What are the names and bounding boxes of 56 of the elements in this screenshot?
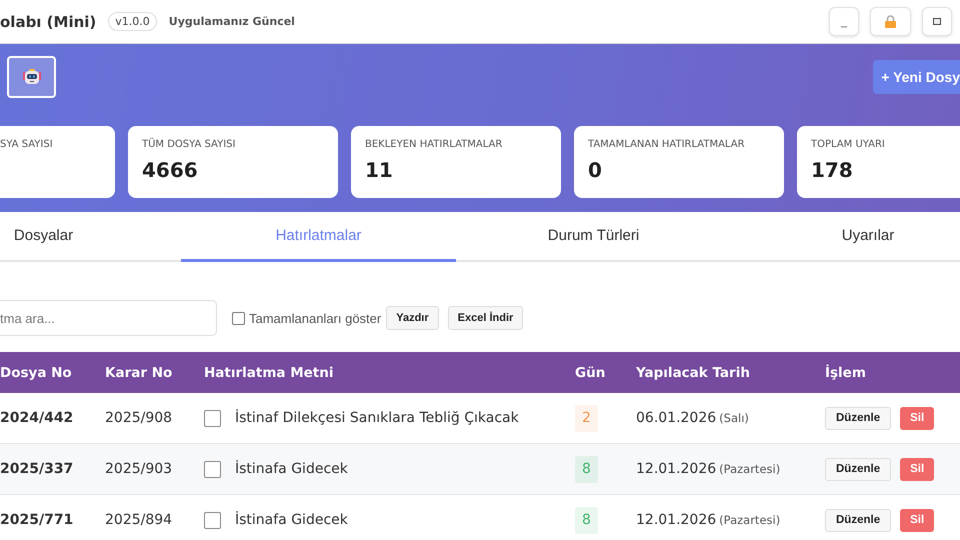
lock-icon <box>885 15 896 28</box>
print-button[interactable]: Yazdır <box>386 306 439 330</box>
days-badge: 8 <box>575 456 598 482</box>
tab[interactable]: Uyarılar <box>731 212 960 262</box>
edit-button[interactable]: Düzenle <box>825 458 892 480</box>
checkbox[interactable] <box>204 460 221 478</box>
new-file-button[interactable]: + Yeni Dosy <box>873 60 960 94</box>
stat-label: TÜM DOSYA SAYISI <box>142 139 236 150</box>
checkbox-label: Tamamlananları göster <box>249 310 382 326</box>
stat-value: 0 <box>588 158 603 182</box>
robot-icon <box>22 67 42 87</box>
due-date: 12.01.2026 (Pazartesi) <box>636 512 782 528</box>
decision-number: 2025/908 <box>105 410 174 426</box>
due-date: 06.01.2026 (Salı) <box>636 410 750 426</box>
version-badge: v1.0.0 <box>108 12 157 31</box>
tab[interactable]: Dosyalar <box>0 212 181 262</box>
stat-value: 11 <box>365 158 394 182</box>
search-field[interactable]: tma ara... <box>0 300 217 336</box>
stat-label: TOPLAM UYARI <box>811 139 886 150</box>
file-number: 2025/337 <box>0 461 74 477</box>
reminder-text: İstinafa Gidecek <box>235 512 348 528</box>
column-header: Dosya No <box>0 364 73 380</box>
excel-download-button[interactable]: Excel İndir <box>448 306 524 330</box>
update-status: Uygulamanız Güncel <box>168 15 295 28</box>
due-date: 12.01.2026 (Pazartesi) <box>636 461 782 477</box>
file-number: 2024/442 <box>0 410 74 426</box>
column-header: Karar No <box>105 364 174 380</box>
stat-value: 178 <box>811 158 854 182</box>
robot-button[interactable] <box>7 56 56 98</box>
maximize-button[interactable] <box>922 7 952 36</box>
checkbox[interactable] <box>232 312 245 324</box>
stat-label: TAMAMLANAN HATIRLATMALAR <box>588 139 746 150</box>
column-header: İşlem <box>825 364 867 380</box>
edit-button[interactable]: Düzenle <box>825 406 892 430</box>
decision-number: 2025/903 <box>105 461 174 477</box>
stat-label: BEKLEYEN HATIRLATMALAR <box>365 139 504 150</box>
stat-value: 4666 <box>142 158 199 182</box>
reminder-text: İstinaf Dilekçesi Sanıklara Tebliğ Çıkacak <box>235 410 519 426</box>
checkbox[interactable] <box>204 410 221 426</box>
tab[interactable]: Hatırlatmalar <box>181 212 456 262</box>
file-number: 2025/771 <box>0 512 74 528</box>
days-badge: 8 <box>575 506 598 534</box>
stat-label: SYA SAYISI <box>0 139 54 150</box>
checkbox[interactable] <box>204 512 221 528</box>
maximize-icon <box>933 18 941 25</box>
decision-number: 2025/894 <box>105 512 174 528</box>
column-header: Hatırlatma Metni <box>204 364 334 380</box>
column-header: Gün <box>575 364 606 380</box>
app-title: olabı (Mini) <box>0 12 96 30</box>
reminder-text: İstinafa Gidecek <box>235 461 348 477</box>
edit-button[interactable]: Düzenle <box>825 508 892 532</box>
tab[interactable]: Durum Türleri <box>456 212 731 262</box>
days-badge: 2 <box>575 404 598 432</box>
lock-button[interactable] <box>870 7 911 36</box>
minimize-button[interactable]: _ <box>829 7 859 36</box>
column-header: Yapılacak Tarih <box>636 364 751 380</box>
